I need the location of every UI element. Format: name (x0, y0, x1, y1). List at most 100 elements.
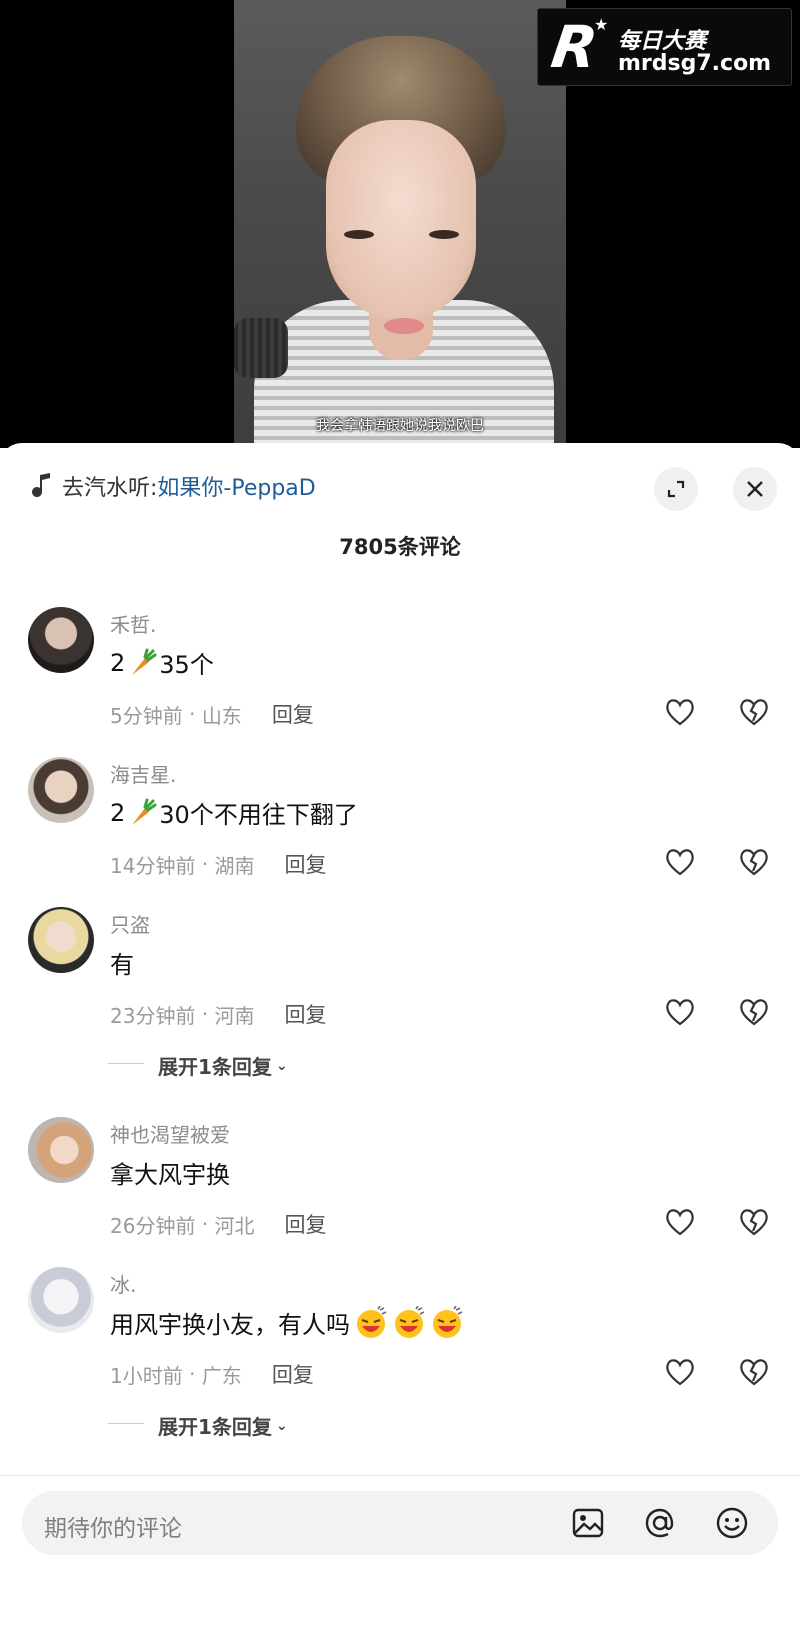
expand-replies-label: 展开1条回复 (158, 1055, 272, 1079)
comment-time: 23分钟前 (110, 1003, 196, 1028)
broken-heart-icon[interactable] (738, 847, 770, 877)
carrot-emoji (132, 648, 157, 675)
comment-item: 禾哲. 2 35个 5分钟前 · 山东 回复 (0, 603, 800, 753)
comment-location: 河北 (214, 1213, 255, 1238)
divider-line (108, 1423, 144, 1424)
watermark-url: mrdsg7.com (618, 51, 772, 76)
comment-meta: 14分钟前 · 湖南 回复 (110, 849, 327, 879)
comment-username[interactable]: 冰. (110, 1269, 136, 1298)
expand-replies-button[interactable]: 展开1条回复 ⌄ (108, 1411, 288, 1440)
meta-separator: · (195, 1002, 215, 1026)
reply-button[interactable]: 回复 (272, 699, 314, 729)
expand-icon (667, 480, 685, 498)
comment-text: 拿大风宇换 (110, 1155, 230, 1190)
comment-text-part: 35个 (159, 651, 214, 679)
comment-time: 1小时前 (110, 1363, 183, 1388)
comment-meta: 23分钟前 · 河南 回复 (110, 999, 327, 1029)
comment-location: 湖南 (214, 853, 255, 878)
comment-time: 26分钟前 (110, 1213, 196, 1238)
video-player[interactable]: 我会拿韩语跟她说我说欧巴 R ★ 每日大赛 mrdsg7.com (0, 0, 800, 448)
broken-heart-icon[interactable] (738, 1207, 770, 1237)
comment-count: 7805条评论 (339, 535, 461, 559)
comment-text: 2 30个不用往下翻了 (110, 795, 358, 830)
comment-username[interactable]: 只盗 (110, 909, 150, 938)
comment-item: 神也渴望被爱 拿大风宇换 26分钟前 · 河北 回复 (0, 1113, 800, 1263)
comment-input-placeholder: 期待你的评论 (44, 1516, 182, 1542)
heart-icon[interactable] (664, 1357, 696, 1387)
avatar[interactable] (28, 1117, 94, 1183)
chevron-down-icon: ⌄ (275, 1417, 288, 1434)
broken-heart-icon[interactable] (738, 697, 770, 727)
comment-text-part: 拿大风宇换 (110, 1161, 230, 1189)
music-note-icon (32, 473, 54, 499)
comment-time: 5分钟前 (110, 703, 183, 728)
expand-replies-button[interactable]: 展开1条回复 ⌄ (108, 1051, 288, 1080)
music-title[interactable]: 如果你-PeppaD (157, 470, 315, 502)
comment-text: 用风宇换小友，有人吗 (110, 1305, 464, 1340)
music-prefix: 去汽水听: (62, 476, 158, 501)
meta-separator: · (182, 1362, 202, 1386)
video-person-eye (344, 230, 374, 239)
image-icon[interactable] (570, 1505, 606, 1541)
laughing-face-emoji (433, 1305, 463, 1338)
laughing-face-emoji (357, 1305, 387, 1338)
heart-icon[interactable] (664, 1207, 696, 1237)
comment-text-part: 2 (110, 648, 126, 677)
expand-button[interactable] (654, 467, 698, 511)
chevron-down-icon: ⌄ (275, 1057, 288, 1074)
comment-location: 河南 (214, 1003, 255, 1028)
close-icon (747, 481, 763, 497)
comment-username[interactable]: 海吉星. (110, 759, 176, 788)
comment-text: 2 35个 (110, 645, 214, 680)
meta-separator: · (195, 852, 215, 876)
music-link[interactable]: 去汽水听: 如果你-PeppaD (32, 471, 316, 501)
watermark-letter: R (547, 13, 602, 81)
comment-text-part: 用风宇换小友，有人吗 (110, 1311, 350, 1339)
laughing-face-emoji (395, 1305, 425, 1338)
comment-username[interactable]: 神也渴望被爱 (110, 1119, 230, 1148)
microphone-image (234, 318, 288, 378)
comment-text: 有 (110, 945, 134, 980)
star-icon: ★ (594, 15, 609, 34)
comment-input[interactable]: 期待你的评论 (22, 1491, 778, 1555)
comment-meta: 1小时前 · 广东 回复 (110, 1359, 314, 1389)
comment-username[interactable]: 禾哲. (110, 609, 156, 638)
comment-text-part: 30个不用往下翻了 (159, 801, 358, 829)
heart-icon[interactable] (664, 997, 696, 1027)
broken-heart-icon[interactable] (738, 1357, 770, 1387)
video-subtitle: 我会拿韩语跟她说我说欧巴 (316, 418, 484, 434)
meta-separator: · (195, 1212, 215, 1236)
divider-line (0, 1475, 800, 1476)
watermark-logo: R ★ 每日大赛 mrdsg7.com (537, 8, 792, 86)
comment-item: 冰. 用风宇换小友，有人吗 1小时前 · 广东 回复 展开1条回复 ⌄ (0, 1263, 800, 1439)
comment-sheet: 去汽水听: 如果你-PeppaD 7805条评论 禾哲. 2 35个 5分钟前 … (0, 443, 800, 1628)
comment-meta: 26分钟前 · 河北 回复 (110, 1209, 327, 1239)
broken-heart-icon[interactable] (738, 997, 770, 1027)
comment-text-part: 2 (110, 798, 126, 827)
comment-location: 广东 (201, 1363, 242, 1388)
avatar[interactable] (28, 607, 94, 673)
heart-icon[interactable] (664, 847, 696, 877)
reply-button[interactable]: 回复 (272, 1359, 314, 1389)
smile-icon[interactable] (714, 1505, 750, 1541)
heart-icon[interactable] (664, 697, 696, 727)
at-icon[interactable] (642, 1505, 678, 1541)
reply-button[interactable]: 回复 (285, 849, 327, 879)
meta-separator: · (182, 702, 202, 726)
video-person-face (326, 120, 476, 320)
reply-button[interactable]: 回复 (285, 999, 327, 1029)
carrot-emoji (132, 798, 157, 825)
avatar[interactable] (28, 907, 94, 973)
reply-button[interactable]: 回复 (285, 1209, 327, 1239)
video-person-lips (384, 318, 424, 334)
avatar[interactable] (28, 1267, 94, 1333)
comment-text-part: 有 (110, 951, 134, 979)
video-person-eye (429, 230, 459, 239)
divider-line (108, 1063, 144, 1064)
comment-time: 14分钟前 (110, 853, 196, 878)
avatar[interactable] (28, 757, 94, 823)
comment-location: 山东 (201, 703, 242, 728)
close-button[interactable] (733, 467, 777, 511)
comment-item: 海吉星. 2 30个不用往下翻了 14分钟前 · 湖南 回复 (0, 753, 800, 903)
video-frame: 我会拿韩语跟她说我说欧巴 (234, 0, 566, 448)
